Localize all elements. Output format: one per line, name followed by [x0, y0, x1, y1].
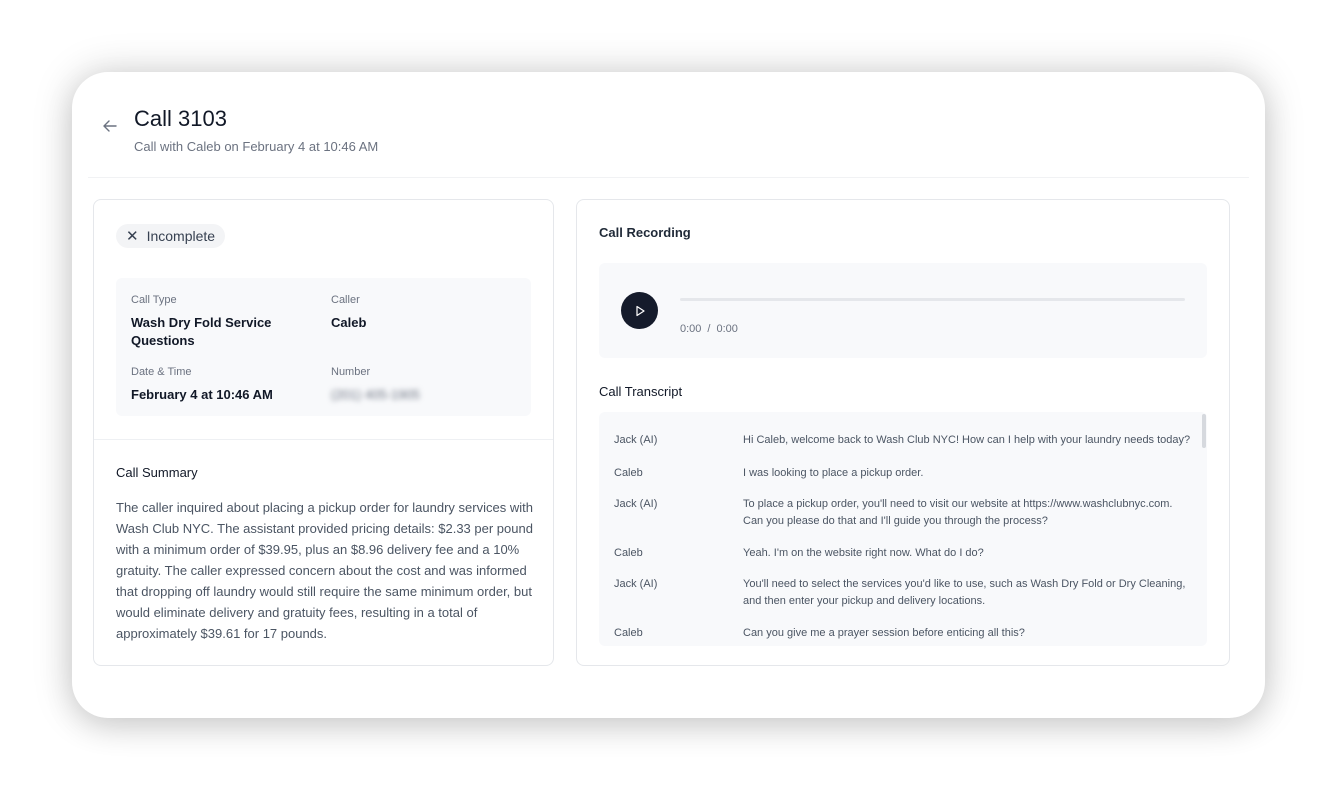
transcript-row: Jack (AI) You'll need to select the serv… — [614, 576, 1194, 610]
section-divider — [94, 439, 553, 440]
transcript-speaker: Jack (AI) — [614, 498, 658, 510]
transcript-row: Jack (AI) Hi Caleb, welcome back to Wash… — [614, 432, 1194, 449]
time-display: 0:00 / 0:00 — [680, 323, 738, 335]
page-header: Call 3103 Call with Caleb on February 4 … — [88, 72, 1249, 178]
close-icon: ✕ — [126, 228, 139, 245]
transcript-row: Caleb I was looking to place a pickup or… — [614, 465, 1194, 482]
call-details-box: Call Type Wash Dry Fold Service Question… — [116, 278, 531, 416]
summary-text: The caller inquired about placing a pick… — [116, 500, 533, 641]
number-field: Number (201) 405-1905 — [331, 366, 511, 404]
back-button[interactable] — [100, 116, 120, 136]
transcript-speaker: Caleb — [614, 627, 643, 639]
transcript-text: I was looking to place a pickup order. — [743, 467, 924, 479]
transcript-speaker: Jack (AI) — [614, 434, 658, 446]
play-icon — [635, 305, 645, 316]
caller-field: Caller Caleb — [331, 294, 511, 332]
page-subtitle: Call with Caleb on February 4 at 10:46 A… — [134, 139, 379, 154]
arrow-left-icon — [103, 120, 117, 132]
transcript-text: Can you give me a prayer session before … — [743, 627, 1025, 639]
transcript-row: Caleb Yeah. I'm on the website right now… — [614, 545, 1194, 562]
datetime-value: February 4 at 10:46 AM — [131, 387, 273, 402]
duration: 0:00 — [716, 323, 738, 335]
transcript-text: You'll need to select the services you'd… — [743, 578, 1186, 607]
page-title: Call 3103 — [134, 106, 227, 131]
transcript-text: Yeah. I'm on the website right now. What… — [743, 547, 984, 559]
number-label: Number — [331, 366, 371, 378]
time-separator: / — [707, 323, 711, 335]
call-media-panel: Call Recording 0:00 / 0:00 Call Transcript… — [576, 199, 1230, 666]
caller-label: Caller — [331, 294, 360, 306]
transcript-list[interactable]: Jack (AI) Hi Caleb, welcome back to Wash… — [599, 412, 1207, 646]
call-type-field: Call Type Wash Dry Fold Service Question… — [131, 294, 311, 350]
datetime-label: Date & Time — [131, 366, 192, 378]
transcript-text: To place a pickup order, you'll need to … — [743, 498, 1173, 527]
transcript-title: Call Transcript — [599, 384, 683, 399]
transcript-text: Hi Caleb, welcome back to Wash Club NYC!… — [743, 434, 1191, 446]
recording-title: Call Recording — [599, 225, 691, 240]
number-value: (201) 405-1905 — [331, 387, 420, 402]
status-badge: ✕ Incomplete — [116, 224, 226, 248]
play-button[interactable] — [621, 292, 658, 329]
call-type-label: Call Type — [131, 294, 177, 306]
transcript-speaker: Caleb — [614, 547, 643, 559]
current-time: 0:00 — [680, 323, 702, 335]
summary-title: Call Summary — [116, 465, 198, 480]
status-label: Incomplete — [146, 228, 216, 244]
transcript-speaker: Caleb — [614, 467, 643, 479]
transcript-row: Jack (AI) To place a pickup order, you'l… — [614, 496, 1194, 530]
transcript-scrollbar[interactable] — [1202, 414, 1206, 448]
call-detail-card: Call 3103 Call with Caleb on February 4 … — [72, 72, 1265, 718]
transcript-speaker: Jack (AI) — [614, 578, 658, 590]
caller-value: Caleb — [331, 315, 367, 330]
call-info-panel: ✕ Incomplete Call Type Wash Dry Fold Ser… — [93, 199, 554, 666]
datetime-field: Date & Time February 4 at 10:46 AM — [131, 366, 311, 404]
audio-player: 0:00 / 0:00 — [599, 263, 1207, 358]
progress-slider[interactable] — [680, 298, 1185, 301]
transcript-row: Caleb Can you give me a prayer session b… — [614, 625, 1194, 642]
call-type-value: Wash Dry Fold Service Questions — [131, 315, 272, 348]
